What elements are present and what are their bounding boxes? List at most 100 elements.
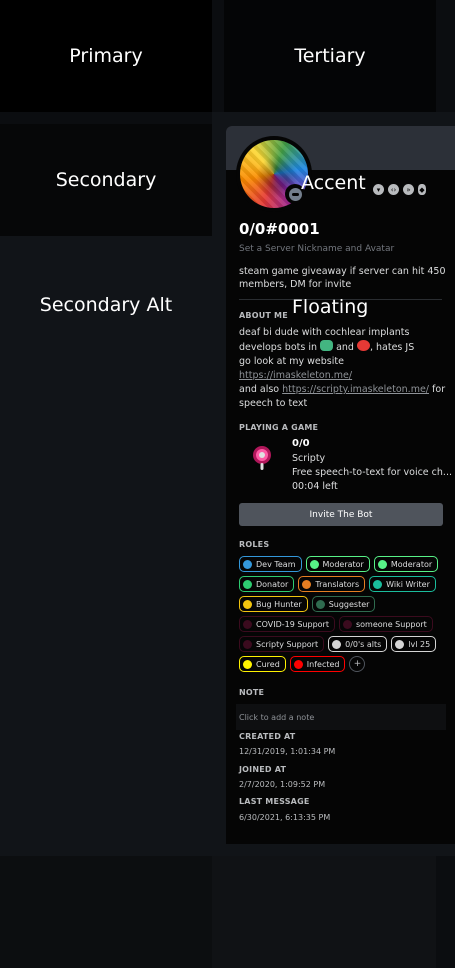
swatch-floating-label: Floating — [292, 296, 369, 318]
role-pill[interactable]: Scripty Support — [239, 636, 325, 652]
nitro-boost-icon[interactable]: » — [403, 184, 414, 195]
swatch-accent-label: Accent — [301, 172, 366, 194]
about-line: deaf bi dude with cochlear implants — [239, 327, 410, 338]
last-message-title: Last Message — [239, 797, 310, 806]
role-name: Suggester — [328, 599, 370, 609]
swatch-primary-label: Primary — [69, 45, 143, 67]
about-text: , hates JS — [369, 342, 415, 353]
scripty-app-icon — [253, 446, 271, 470]
role-name: someone Support — [355, 619, 427, 629]
role-color-icon[interactable] — [243, 639, 252, 649]
role-pill[interactable]: Translators — [298, 576, 366, 592]
role-color-icon[interactable] — [315, 599, 325, 609]
swatch-secondary-label: Secondary — [55, 169, 157, 191]
activity-time: 00:04 left — [292, 481, 338, 492]
role-color-icon[interactable] — [309, 559, 319, 569]
about-line: develops bots in and , hates JS — [239, 340, 449, 355]
custom-status: steam game giveaway if server can hit 45… — [239, 266, 446, 290]
joined-at-title: Joined At — [239, 765, 287, 774]
about-me-text: deaf bi dude with cochlear implants deve… — [239, 326, 449, 411]
joined-at-value: 2/7/2020, 1:09:52 PM — [239, 780, 326, 789]
role-color-icon[interactable] — [243, 659, 252, 669]
profile-username: 0/0#0001 — [239, 220, 320, 238]
role-color-icon[interactable] — [342, 619, 352, 629]
profile-badges: ▾ ‹› » ◆ — [373, 184, 426, 195]
role-pill[interactable]: Infected — [289, 656, 346, 672]
role-pill[interactable]: 0/0's alts — [328, 636, 388, 652]
role-name: Wiki Writer — [386, 579, 430, 589]
role-name: Bug Hunter — [256, 599, 302, 609]
role-name: Translators — [315, 579, 360, 589]
scripty-link[interactable]: https://scripty.imaskeleton.me/ — [282, 384, 429, 395]
swatch-secondary: Secondary — [0, 124, 212, 236]
role-color-icon[interactable] — [332, 639, 342, 649]
role-pill[interactable]: Moderator — [305, 556, 370, 572]
role-name: Moderator — [322, 559, 364, 569]
swatch-secondary-alt-label: Secondary Alt — [39, 294, 173, 316]
role-color-icon[interactable] — [302, 579, 312, 589]
rust-crab-icon — [356, 340, 370, 351]
about-line: and also https://scripty.imaskeleton.me/… — [239, 383, 449, 397]
role-pill[interactable]: Dev Team — [239, 556, 302, 572]
about-line: https://imaskeleton.me/ — [239, 369, 449, 383]
swatch-primary: Primary — [0, 0, 212, 112]
role-pill[interactable]: Suggester — [311, 596, 376, 612]
role-pill[interactable]: Donator — [239, 576, 295, 592]
note-title: Note — [239, 688, 265, 697]
note-input[interactable] — [236, 704, 446, 730]
about-text: develops bots in — [239, 342, 317, 353]
activity-title: Playing a Game — [239, 423, 319, 432]
activity-app: Scripty — [292, 453, 326, 464]
python-icon — [320, 340, 334, 351]
role-list: Dev Team Moderator Moderator Donator Transla… — [239, 556, 451, 672]
hypesquad-icon[interactable]: ▾ — [373, 184, 384, 195]
role-color-icon[interactable] — [395, 639, 405, 649]
role-name: Donator — [256, 579, 289, 589]
about-me-title: About Me — [239, 311, 288, 320]
swatch-bottom-right — [212, 856, 436, 968]
nickname-hint[interactable]: Set a Server Nickname and Avatar — [239, 244, 394, 254]
role-name: Moderator — [390, 559, 433, 569]
swatch-tertiary-label: Tertiary — [294, 45, 366, 67]
last-message-value: 6/30/2021, 6:13:35 PM — [239, 813, 331, 822]
about-line: go look at my website — [239, 356, 344, 367]
role-pill[interactable]: someone Support — [338, 616, 433, 632]
website-link[interactable]: https://imaskeleton.me/ — [239, 370, 352, 381]
developer-icon[interactable]: ‹› — [388, 184, 399, 195]
role-color-icon[interactable] — [243, 619, 252, 629]
created-at-title: Created At — [239, 732, 296, 741]
role-name: Dev Team — [256, 559, 296, 569]
about-text: and also — [239, 384, 280, 395]
role-name: lvl 25 — [408, 639, 431, 649]
role-pill[interactable]: Cured — [239, 656, 286, 672]
activity-details: Free speech-to-text for voice ch... — [292, 467, 452, 478]
role-color-icon[interactable] — [243, 599, 252, 609]
swatch-tertiary: Tertiary — [224, 0, 436, 112]
created-at-value: 12/31/2019, 1:01:34 PM — [239, 747, 336, 756]
role-color-icon[interactable] — [293, 659, 303, 669]
swatch-bottom-left — [0, 856, 212, 968]
about-line: speech to text — [239, 398, 308, 409]
status-icon — [288, 187, 302, 201]
role-color-icon[interactable] — [243, 559, 252, 569]
activity-name: 0/0 — [292, 438, 310, 449]
about-text: for — [432, 384, 446, 395]
role-name: 0/0's alts — [345, 639, 382, 649]
role-name: COVID-19 Support — [256, 619, 329, 629]
boost-gem-icon[interactable]: ◆ — [418, 184, 426, 195]
role-name: Cured — [256, 659, 280, 669]
role-color-icon[interactable] — [373, 579, 383, 589]
role-color-icon[interactable] — [377, 559, 387, 569]
role-color-icon[interactable] — [243, 579, 252, 589]
role-pill[interactable]: Wiki Writer — [369, 576, 436, 592]
add-role-button[interactable]: + — [349, 656, 366, 672]
about-text: and — [336, 342, 354, 353]
swatch-secondary-alt: Secondary Alt — [0, 236, 212, 856]
role-pill[interactable]: Bug Hunter — [239, 596, 308, 612]
role-name: Infected — [306, 659, 340, 669]
user-profile-popout: Accent ▾ ‹› » ◆ 0/0#0001 Set a Server Ni… — [226, 126, 455, 844]
role-pill[interactable]: COVID-19 Support — [239, 616, 335, 632]
role-pill[interactable]: Moderator — [373, 556, 439, 572]
role-pill[interactable]: lvl 25 — [391, 636, 437, 652]
invite-bot-button[interactable]: Invite The Bot — [239, 503, 443, 526]
